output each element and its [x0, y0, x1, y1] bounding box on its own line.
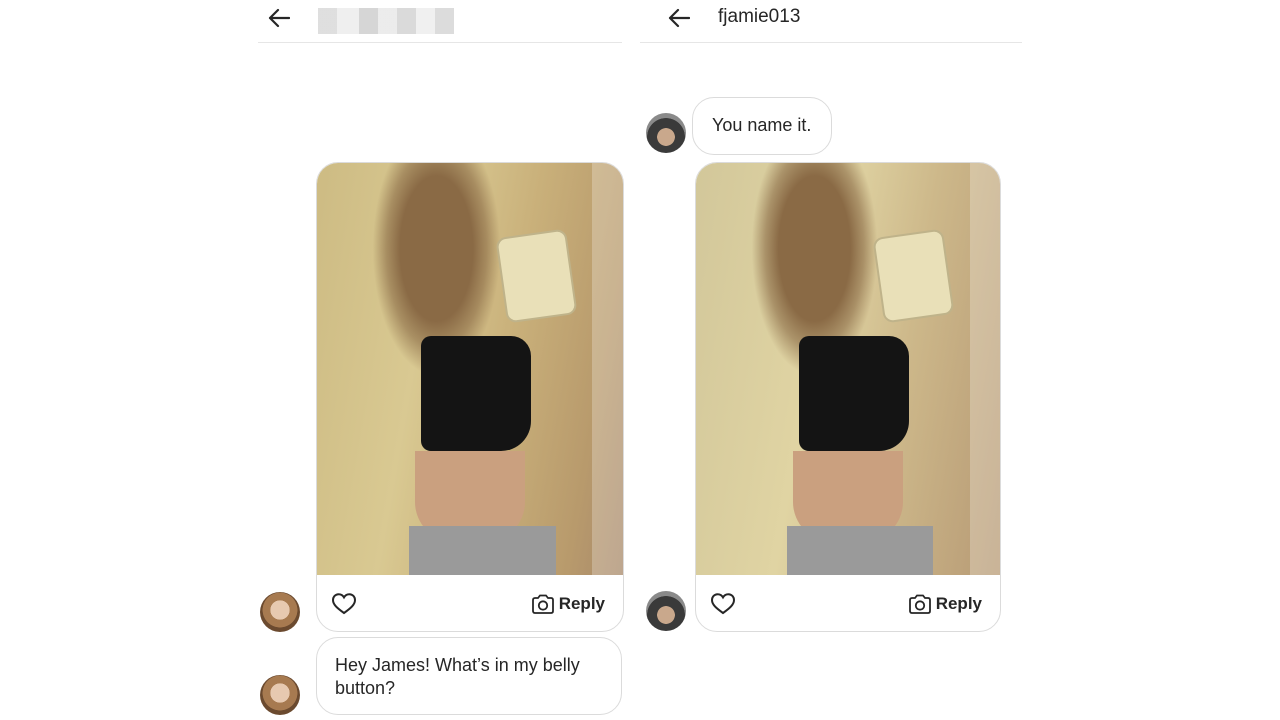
shared-photo[interactable] [317, 163, 623, 575]
shared-photo[interactable] [696, 163, 1000, 575]
chat-username[interactable]: fjamie013 [718, 6, 800, 28]
message-bubble: Hey James! What’s in my belly button? [316, 637, 622, 715]
message-bubble: You name it. [692, 97, 833, 155]
back-button[interactable] [666, 5, 692, 31]
reply-button[interactable]: Reply [908, 591, 982, 617]
heart-icon [710, 593, 736, 615]
reply-label: Reply [558, 594, 605, 613]
message-text: Hey James! What’s in my belly button? [335, 655, 580, 698]
shared-photo-card[interactable]: Reply [695, 162, 1001, 632]
right-chat-pane: fjamie013 You name it. Reply [640, 0, 1022, 720]
reply-button[interactable]: Reply [531, 591, 605, 617]
sender-avatar[interactable] [646, 591, 686, 631]
photo-actions: Reply [317, 577, 623, 631]
arrow-left-icon [268, 8, 290, 28]
contact-avatar[interactable] [260, 675, 300, 715]
chat-header: fjamie013 [640, 0, 1022, 43]
photo-actions: Reply [696, 577, 1000, 631]
camera-icon [531, 594, 554, 614]
like-button[interactable] [710, 592, 736, 616]
heart-icon [331, 593, 357, 615]
sender-avatar[interactable] [646, 113, 686, 153]
contact-avatar[interactable] [260, 592, 300, 632]
message-text: You name it. [712, 115, 812, 135]
camera-icon [908, 594, 931, 614]
like-button[interactable] [331, 592, 357, 616]
blurred-username [318, 8, 454, 34]
arrow-left-icon [668, 8, 690, 28]
reply-label: Reply [935, 594, 982, 613]
shared-photo-card[interactable]: Reply [316, 162, 624, 632]
chat-header [258, 0, 622, 43]
left-chat-pane: Reply Hey James! What’s in my belly butt… [258, 0, 624, 720]
back-button[interactable] [266, 5, 292, 31]
